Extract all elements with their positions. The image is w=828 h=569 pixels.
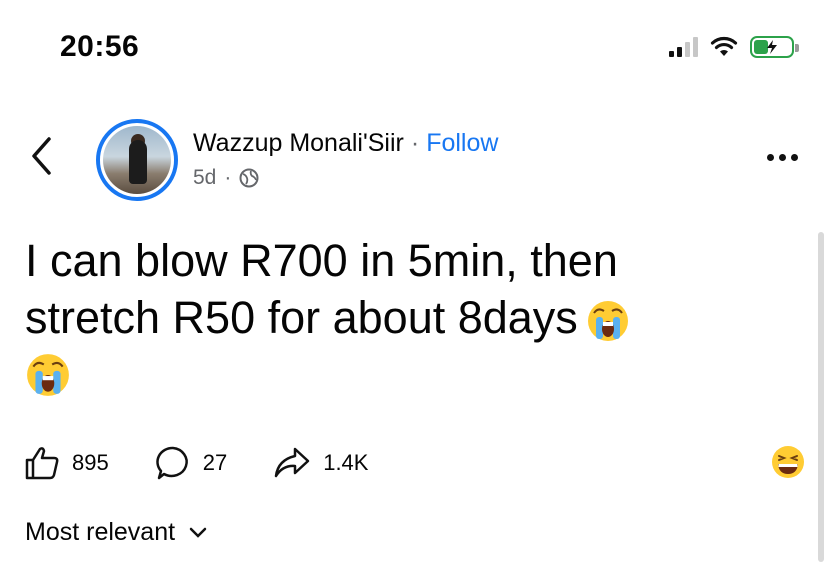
post-actions: 895 27 1.4K <box>24 445 414 481</box>
crying-face-emoji-icon <box>27 354 69 396</box>
post-text-line-3 <box>25 346 785 411</box>
globe-icon <box>239 168 259 188</box>
status-time: 20:56 <box>60 30 140 63</box>
sort-label: Most relevant <box>25 518 176 546</box>
share-count: 1.4K <box>323 450 369 475</box>
scrollbar[interactable] <box>818 232 824 562</box>
chevron-down-icon <box>189 527 207 538</box>
back-chevron-icon[interactable] <box>30 136 52 176</box>
comment-button[interactable]: 27 <box>155 445 227 481</box>
more-options-icon[interactable] <box>767 154 798 161</box>
status-icons <box>669 36 799 58</box>
share-button[interactable]: 1.4K <box>273 445 368 481</box>
post-text-line-1: I can blow R700 in 5min, then <box>25 235 618 286</box>
share-arrow-icon <box>274 447 310 478</box>
thumbs-up-icon <box>25 447 59 480</box>
wifi-icon <box>710 36 738 56</box>
post-text-line-2-wrap: stretch R50 for about 8days <box>25 289 785 346</box>
like-count: 895 <box>72 450 109 475</box>
name-separator: · <box>410 129 420 157</box>
crying-face-emoji-icon <box>587 301 628 342</box>
laughing-face-emoji-icon[interactable] <box>770 444 806 480</box>
follow-button[interactable]: Follow <box>426 129 498 158</box>
author-name[interactable]: Wazzup Monali'Siir <box>193 129 404 158</box>
comment-count: 27 <box>202 450 228 475</box>
author-avatar[interactable] <box>96 119 178 201</box>
comment-bubble-icon <box>155 446 188 480</box>
post-text: I can blow R700 in 5min, then stretch R5… <box>25 232 785 411</box>
cellular-signal-icon <box>669 37 698 57</box>
avatar-photo <box>103 126 171 194</box>
battery-charging-icon <box>750 36 799 58</box>
meta-separator: · <box>224 166 232 189</box>
post-text-line-2: stretch R50 for about 8days <box>25 292 578 343</box>
like-button[interactable]: 895 <box>24 445 109 481</box>
author-row: Wazzup Monali'Siir · Follow <box>193 129 498 158</box>
post-meta: 5d · <box>193 166 259 190</box>
post-age[interactable]: 5d <box>193 166 216 190</box>
comments-sort-dropdown[interactable]: Most relevant <box>25 518 207 547</box>
